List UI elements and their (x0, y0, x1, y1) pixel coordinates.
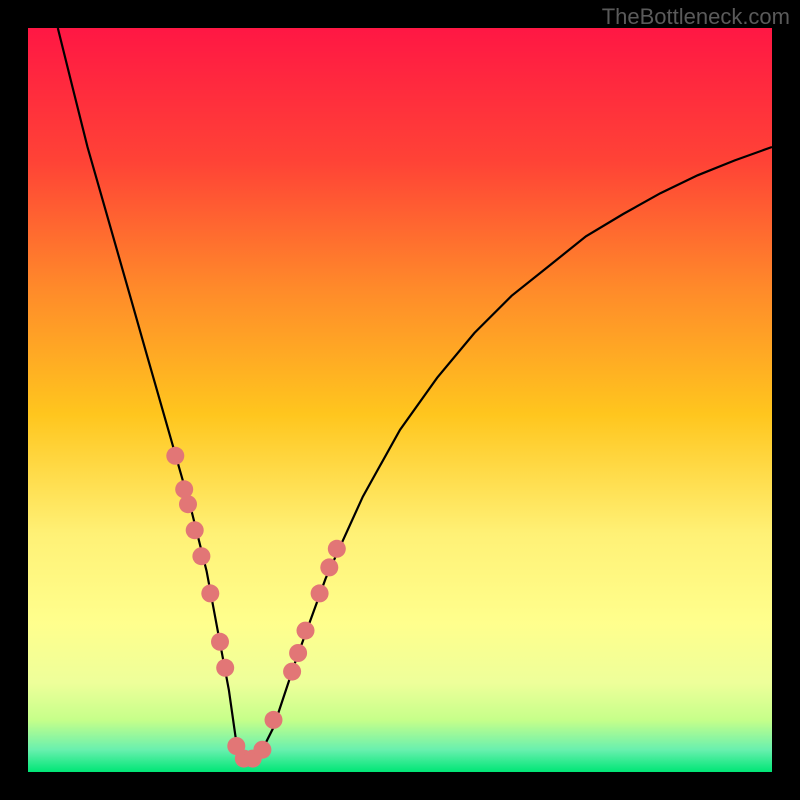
chart-container: TheBottleneck.com (0, 0, 800, 800)
data-point (166, 447, 184, 465)
gradient-background (28, 28, 772, 772)
data-point (289, 644, 307, 662)
data-point (328, 540, 346, 558)
watermark-text: TheBottleneck.com (602, 4, 790, 30)
chart-svg (28, 28, 772, 772)
data-point (211, 633, 229, 651)
data-point (201, 584, 219, 602)
data-point (186, 521, 204, 539)
data-point (283, 663, 301, 681)
data-point (192, 547, 210, 565)
data-point (297, 622, 315, 640)
data-point (179, 495, 197, 513)
plot-area (28, 28, 772, 772)
data-point (265, 711, 283, 729)
data-point (253, 741, 271, 759)
data-point (320, 558, 338, 576)
data-point (311, 584, 329, 602)
data-point (216, 659, 234, 677)
